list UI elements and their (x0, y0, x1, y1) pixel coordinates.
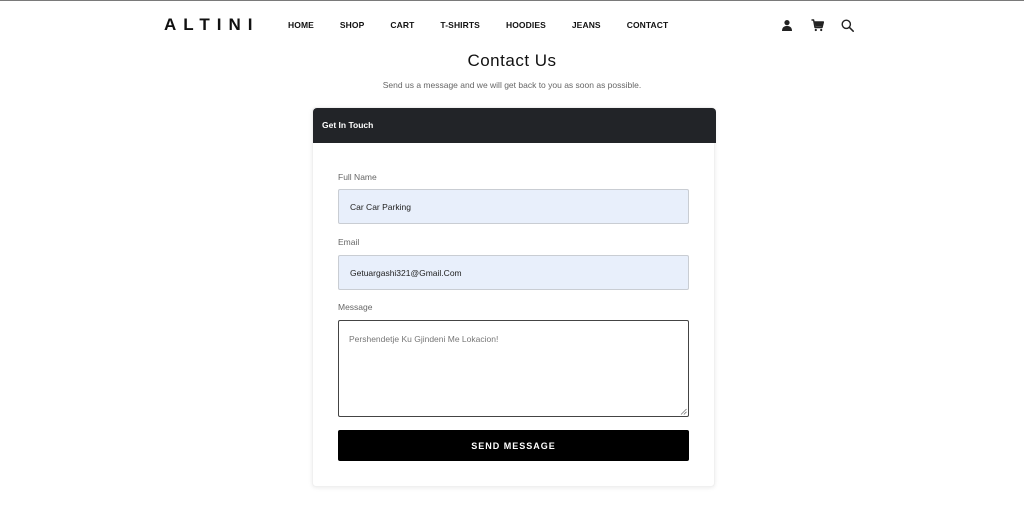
cart-icon[interactable] (810, 18, 824, 32)
email-input[interactable]: Getuargashi321@Gmail.Com (338, 255, 689, 290)
full-name-label: Full Name (338, 172, 377, 182)
resize-handle-icon[interactable] (680, 408, 687, 415)
message-label: Message (338, 302, 373, 312)
full-name-input[interactable]: Car Car Parking (338, 189, 689, 224)
nav-item-contact[interactable]: CONTACT (627, 20, 669, 30)
nav-item-t-shirts[interactable]: T-SHIRTS (440, 20, 480, 30)
email-value: Getuargashi321@Gmail.Com (350, 268, 462, 278)
message-textarea[interactable]: Pershendetje Ku Gjindeni Me Lokacion! (338, 320, 689, 417)
search-icon[interactable] (840, 18, 854, 32)
message-placeholder: Pershendetje Ku Gjindeni Me Lokacion! (349, 334, 499, 344)
main-nav: HOME SHOP CART T-SHIRTS HOODIES JEANS CO… (288, 20, 668, 30)
user-icon[interactable] (780, 18, 794, 32)
card-heading: Get In Touch (322, 120, 374, 130)
email-label: Email (338, 237, 360, 247)
nav-item-shop[interactable]: SHOP (340, 20, 365, 30)
nav-item-jeans[interactable]: JEANS (572, 20, 601, 30)
brand-logo[interactable]: ALTINI (164, 15, 260, 35)
nav-item-home[interactable]: HOME (288, 20, 314, 30)
full-name-value: Car Car Parking (350, 202, 411, 212)
nav-item-cart[interactable]: CART (390, 20, 414, 30)
nav-item-hoodies[interactable]: HOODIES (506, 20, 546, 30)
site-header: ALTINI HOME SHOP CART T-SHIRTS HOODIES J… (0, 1, 1024, 49)
header-icons (780, 18, 854, 32)
send-message-button[interactable]: SEND MESSAGE (338, 430, 689, 461)
page-subtitle: Send us a message and we will get back t… (382, 80, 642, 90)
page-title: Contact Us (467, 51, 557, 70)
card-header: Get In Touch (313, 108, 716, 143)
